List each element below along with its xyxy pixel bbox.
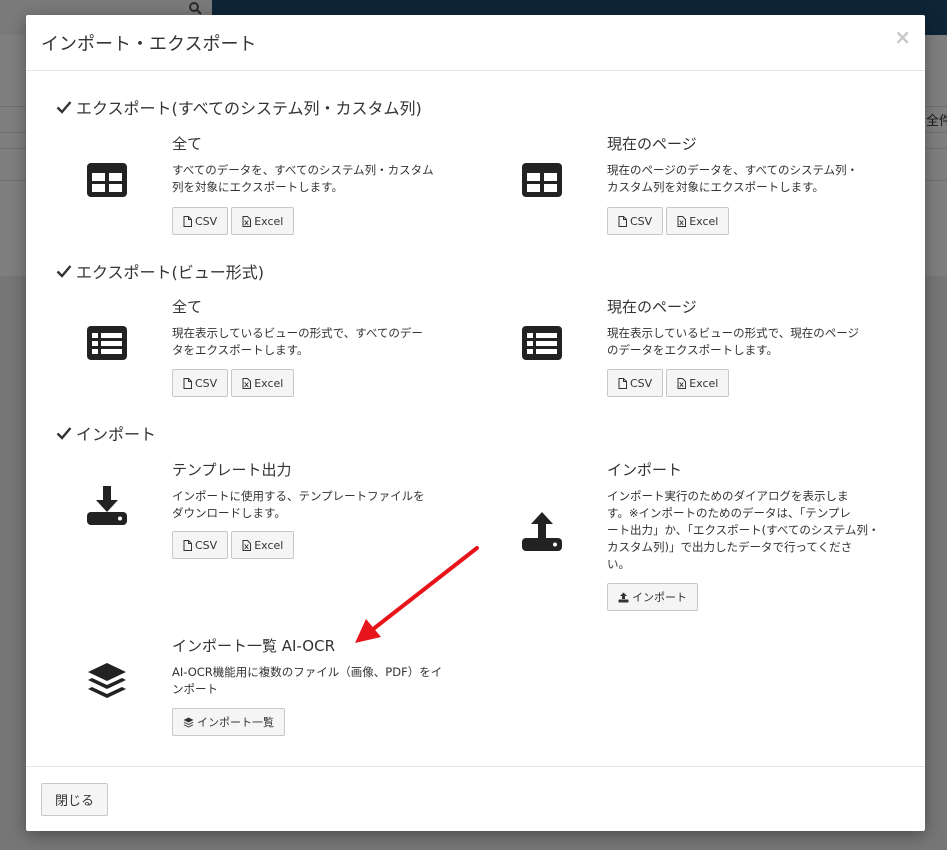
button-label: CSV (195, 214, 218, 228)
modal-footer: 閉じる (26, 766, 925, 831)
section-title: インポート (76, 425, 157, 444)
list-icon (520, 321, 564, 365)
button-label: Excel (689, 214, 719, 228)
section-export-all-columns: エクスポート(すべてのシステム列・カスタム列) (56, 95, 422, 119)
excel-file-icon (677, 215, 687, 227)
upload-icon (618, 592, 629, 602)
excel-file-icon (242, 377, 252, 389)
section-import: インポート (56, 421, 156, 445)
csv-button[interactable]: CSV (172, 207, 229, 235)
button-group: CSV Excel (172, 369, 295, 397)
desc-line: す。※インポートのためのデータは、「テンプレ (607, 506, 851, 520)
csv-button[interactable]: CSV (172, 531, 229, 559)
button-label: インポート一覧 (197, 716, 274, 729)
desc-line: AI-OCR機能用に複数のファイル（画像、PDF）をイ (172, 665, 443, 679)
desc-line: 現在表示しているビューの形式で、すべてのデー (172, 326, 423, 340)
csv-button[interactable]: CSV (607, 207, 664, 235)
excel-button[interactable]: Excel (666, 369, 730, 397)
table-icon (520, 158, 564, 202)
desc-line: ンポート (172, 682, 218, 696)
desc-line: のデータをエクスポートします。 (607, 343, 779, 357)
list-icon (85, 321, 129, 365)
desc-line: 現在のページのデータを、すべてのシステム列・ (607, 163, 859, 177)
desc-line: い。 (607, 557, 630, 571)
button-label: インポート (632, 591, 687, 604)
item-title-import: インポート (607, 461, 683, 479)
desc-line: タをエクスポートします。 (172, 343, 309, 357)
item-desc-export-page: 現在のページのデータを、すべてのシステム列・ カスタム列を対象にエクスポートしま… (607, 162, 897, 196)
button-label: CSV (630, 376, 653, 390)
button-label: Excel (254, 538, 284, 552)
import-export-modal: インポート・エクスポート × エクスポート(すべてのシステム列・カスタム列) 全… (26, 15, 925, 831)
section-title: エクスポート(すべてのシステム列・カスタム列) (76, 99, 422, 118)
excel-button[interactable]: Excel (231, 207, 295, 235)
excel-button[interactable]: Excel (231, 531, 295, 559)
item-desc-import-list: AI-OCR機能用に複数のファイル（画像、PDF）をイ ンポート (172, 664, 462, 698)
desc-line: インポートに使用する、テンプレートファイルを (172, 489, 425, 503)
item-title-view-all: 全て (172, 298, 203, 316)
desc-line: 現在表示しているビューの形式で、現在のページ (607, 326, 859, 340)
item-title-view-page: 現在のページ (607, 298, 697, 316)
layers-icon (183, 717, 194, 727)
section-export-view: エクスポート(ビュー形式) (56, 259, 264, 283)
item-desc-view-all: 現在表示しているビューの形式で、すべてのデー タをエクスポートします。 (172, 325, 462, 359)
desc-line: カスタム列)」で出力したデータで行ってくださ (607, 540, 853, 554)
button-group: インポート (607, 583, 698, 611)
csv-button[interactable]: CSV (607, 369, 664, 397)
item-title-export-all: 全て (172, 135, 203, 153)
button-label: Excel (254, 376, 284, 390)
file-icon (618, 215, 627, 227)
item-desc-import: インポート実行のためのダイアログを表示しま す。※インポートのためのデータは、「… (607, 488, 897, 573)
button-label: CSV (630, 214, 653, 228)
button-group: CSV Excel (172, 207, 295, 235)
button-group: CSV Excel (607, 369, 730, 397)
download-icon (85, 483, 129, 527)
desc-line: 列を対象にエクスポートします。 (172, 180, 344, 194)
excel-file-icon (242, 215, 252, 227)
check-icon (56, 101, 72, 114)
desc-line: インポート実行のためのダイアログを表示しま (607, 489, 849, 503)
file-icon (618, 377, 627, 389)
modal-header: インポート・エクスポート × (26, 15, 925, 71)
close-icon[interactable]: × (894, 27, 911, 47)
item-title-template: テンプレート出力 (172, 461, 292, 479)
button-label: CSV (195, 538, 218, 552)
desc-line: ダウンロードします。 (172, 506, 286, 520)
button-label: Excel (689, 376, 719, 390)
item-desc-view-page: 現在表示しているビューの形式で、現在のページ のデータをエクスポートします。 (607, 325, 897, 359)
section-title: エクスポート(ビュー形式) (76, 263, 265, 282)
button-group: インポート一覧 (172, 708, 285, 736)
button-label: Excel (254, 214, 284, 228)
excel-button[interactable]: Excel (666, 207, 730, 235)
button-group: CSV Excel (172, 531, 295, 559)
button-group: CSV Excel (607, 207, 730, 235)
file-icon (183, 377, 192, 389)
modal-title: インポート・エクスポート (41, 34, 257, 55)
import-button[interactable]: インポート (607, 583, 698, 611)
layers-icon (85, 660, 129, 704)
table-icon (85, 158, 129, 202)
excel-file-icon (677, 377, 687, 389)
item-title-export-page: 現在のページ (607, 135, 697, 153)
item-desc-template: インポートに使用する、テンプレートファイルを ダウンロードします。 (172, 488, 462, 522)
check-icon (56, 265, 72, 278)
check-icon (56, 427, 72, 440)
import-list-button[interactable]: インポート一覧 (172, 708, 285, 736)
excel-button[interactable]: Excel (231, 369, 295, 397)
csv-button[interactable]: CSV (172, 369, 229, 397)
excel-file-icon (242, 539, 252, 551)
upload-icon (520, 509, 564, 553)
file-icon (183, 215, 192, 227)
desc-line: すべてのデータを、すべてのシステム列・カスタム (172, 163, 434, 177)
file-icon (183, 539, 192, 551)
item-title-import-list: インポート一覧 AI-OCR (172, 637, 335, 655)
desc-line: カスタム列を対象にエクスポートします。 (607, 180, 825, 194)
desc-line: ート出力」か、「エクスポート(すべてのシステム列・ (607, 523, 880, 537)
close-button[interactable]: 閉じる (41, 783, 109, 816)
item-desc-export-all: すべてのデータを、すべてのシステム列・カスタム 列を対象にエクスポートします。 (172, 162, 462, 196)
button-label: CSV (195, 376, 218, 390)
